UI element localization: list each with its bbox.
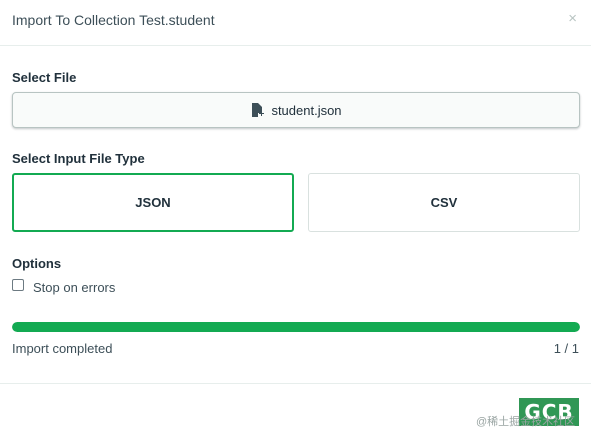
dialog-title: Import To Collection Test.student xyxy=(12,12,215,28)
stop-on-errors-label[interactable]: Stop on errors xyxy=(33,280,115,295)
select-file-label: Select File xyxy=(12,70,77,85)
footer-divider xyxy=(0,383,591,384)
dialog-header: Import To Collection Test.student × xyxy=(0,0,591,46)
watermark-text: @稀土掘金技术社区 xyxy=(476,416,576,428)
file-type-label: Select Input File Type xyxy=(12,151,145,166)
import-count: 1 / 1 xyxy=(553,341,579,356)
import-status: Import completed xyxy=(12,341,113,356)
import-progress-bar xyxy=(12,322,580,332)
select-file-button[interactable]: student.json xyxy=(12,92,580,128)
progress-fill xyxy=(12,322,580,332)
options-title: Options xyxy=(12,256,62,271)
file-type-csv[interactable]: CSV xyxy=(308,173,580,232)
selected-filename: student.json xyxy=(271,102,342,118)
file-type-json[interactable]: JSON xyxy=(12,173,294,232)
file-icon xyxy=(252,103,265,117)
stop-on-errors-checkbox[interactable] xyxy=(12,279,24,291)
close-icon[interactable]: × xyxy=(568,11,577,26)
